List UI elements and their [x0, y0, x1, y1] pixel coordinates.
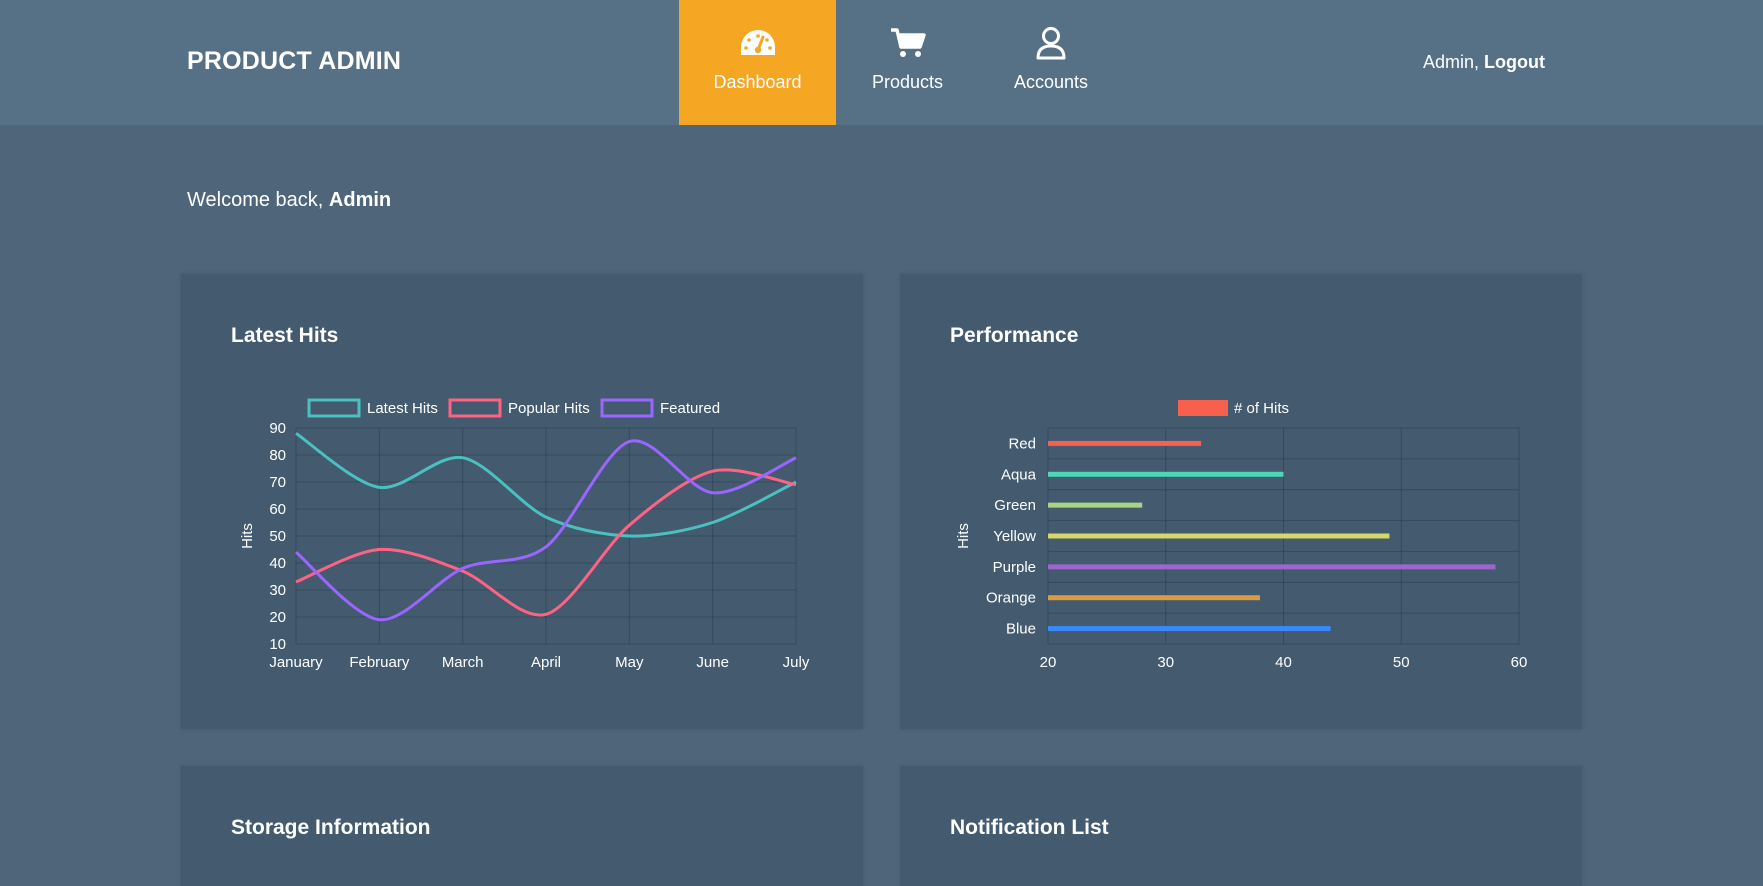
y-tick-label: Red: [1008, 435, 1036, 452]
notification-title: Notification List: [950, 816, 1109, 839]
latest-hits-panel: Latest Hits 10 20 30 40 50 60 70 80 90 January Feb…: [181, 274, 863, 729]
storage-title: Storage Information: [231, 816, 431, 839]
nav-products[interactable]: Products: [836, 0, 979, 125]
y-tick-label: 40: [269, 555, 286, 572]
notification-panel: Notification List: [900, 766, 1582, 886]
legend-label: # of Hits: [1234, 400, 1289, 417]
x-tick-label: July: [783, 654, 810, 671]
y-tick-label: Yellow: [993, 528, 1036, 545]
x-tick-label: April: [531, 654, 561, 671]
x-tick-label: 20: [1040, 654, 1057, 671]
top-navbar: PRODUCT ADMIN Dashboard Products Account…: [0, 0, 1763, 125]
bar: [1048, 440, 1202, 446]
speedometer-icon: [739, 26, 777, 60]
y-tick-label: 50: [269, 528, 286, 545]
latest-hits-chart: 10 20 30 40 50 60 70 80 90 January February March Ap…: [239, 398, 810, 671]
welcome-name: Admin: [328, 189, 392, 211]
x-tick-label: 50: [1393, 654, 1410, 671]
brand-title[interactable]: PRODUCT ADMIN: [187, 47, 401, 76]
legend-label: Latest Hits: [367, 400, 438, 417]
bar: [1048, 564, 1496, 570]
user-icon: [1036, 26, 1066, 60]
y-tick-label: Aqua: [1001, 466, 1037, 483]
y-tick-label: Green: [994, 497, 1036, 514]
storage-panel: Storage Information: [181, 766, 863, 886]
x-tick-label: 30: [1157, 654, 1174, 671]
y-tick-label: Orange: [986, 590, 1036, 607]
legend-swatch: [1178, 400, 1228, 416]
y-tick-label: 30: [269, 582, 286, 599]
y-tick-label: 70: [269, 474, 286, 491]
x-tick-label: 60: [1511, 654, 1528, 671]
user-name: Admin,: [1423, 52, 1480, 72]
legend-swatch: [307, 398, 361, 418]
legend-swatch: [448, 398, 502, 418]
x-tick-label: 40: [1275, 654, 1292, 671]
nav-dashboard[interactable]: Dashboard: [679, 0, 836, 125]
bar: [1048, 595, 1260, 601]
cart-icon: [890, 26, 926, 60]
legend-label: Popular Hits: [508, 400, 590, 417]
bar: [1048, 502, 1143, 508]
y-tick-label: Purple: [993, 559, 1036, 576]
x-tick-label: February: [349, 654, 410, 671]
y-axis-label: Hits: [955, 523, 972, 549]
x-tick-label: May: [615, 654, 644, 671]
y-tick-label: 60: [269, 501, 286, 518]
legend-swatch: [600, 398, 654, 418]
welcome-prefix: Welcome back,: [187, 189, 324, 211]
main-nav: Dashboard Products Accounts: [679, 0, 1123, 125]
x-tick-label: June: [696, 654, 729, 671]
y-axis-label: Hits: [239, 523, 256, 549]
x-tick-label: March: [442, 654, 484, 671]
logout-link[interactable]: Logout: [1484, 52, 1545, 72]
y-tick-label: Blue: [1006, 621, 1036, 638]
nav-accounts-label: Accounts: [1013, 72, 1089, 92]
bar: [1048, 471, 1284, 477]
x-tick-label: January: [269, 654, 323, 671]
performance-chart: 20 30 40 50 60 Hits Red Aqua Green Yellow Purple Or…: [955, 400, 1528, 671]
bar: [1048, 533, 1390, 539]
welcome-message: Welcome back, Admin: [187, 189, 391, 212]
user-area: Admin, Logout: [1423, 52, 1545, 73]
nav-dashboard-label: Dashboard: [713, 72, 802, 92]
y-tick-label: 20: [269, 609, 286, 626]
nav-accounts[interactable]: Accounts: [979, 0, 1123, 125]
performance-panel: Performance 20 30 40 50 60 Hits Red Aqua Green Ye…: [900, 274, 1582, 729]
legend-label: Featured: [660, 400, 720, 417]
nav-products-label: Products: [871, 72, 944, 92]
y-tick-label: 10: [269, 636, 286, 653]
y-tick-label: 80: [269, 447, 286, 464]
bar: [1048, 626, 1331, 632]
y-tick-label: 90: [269, 420, 286, 437]
